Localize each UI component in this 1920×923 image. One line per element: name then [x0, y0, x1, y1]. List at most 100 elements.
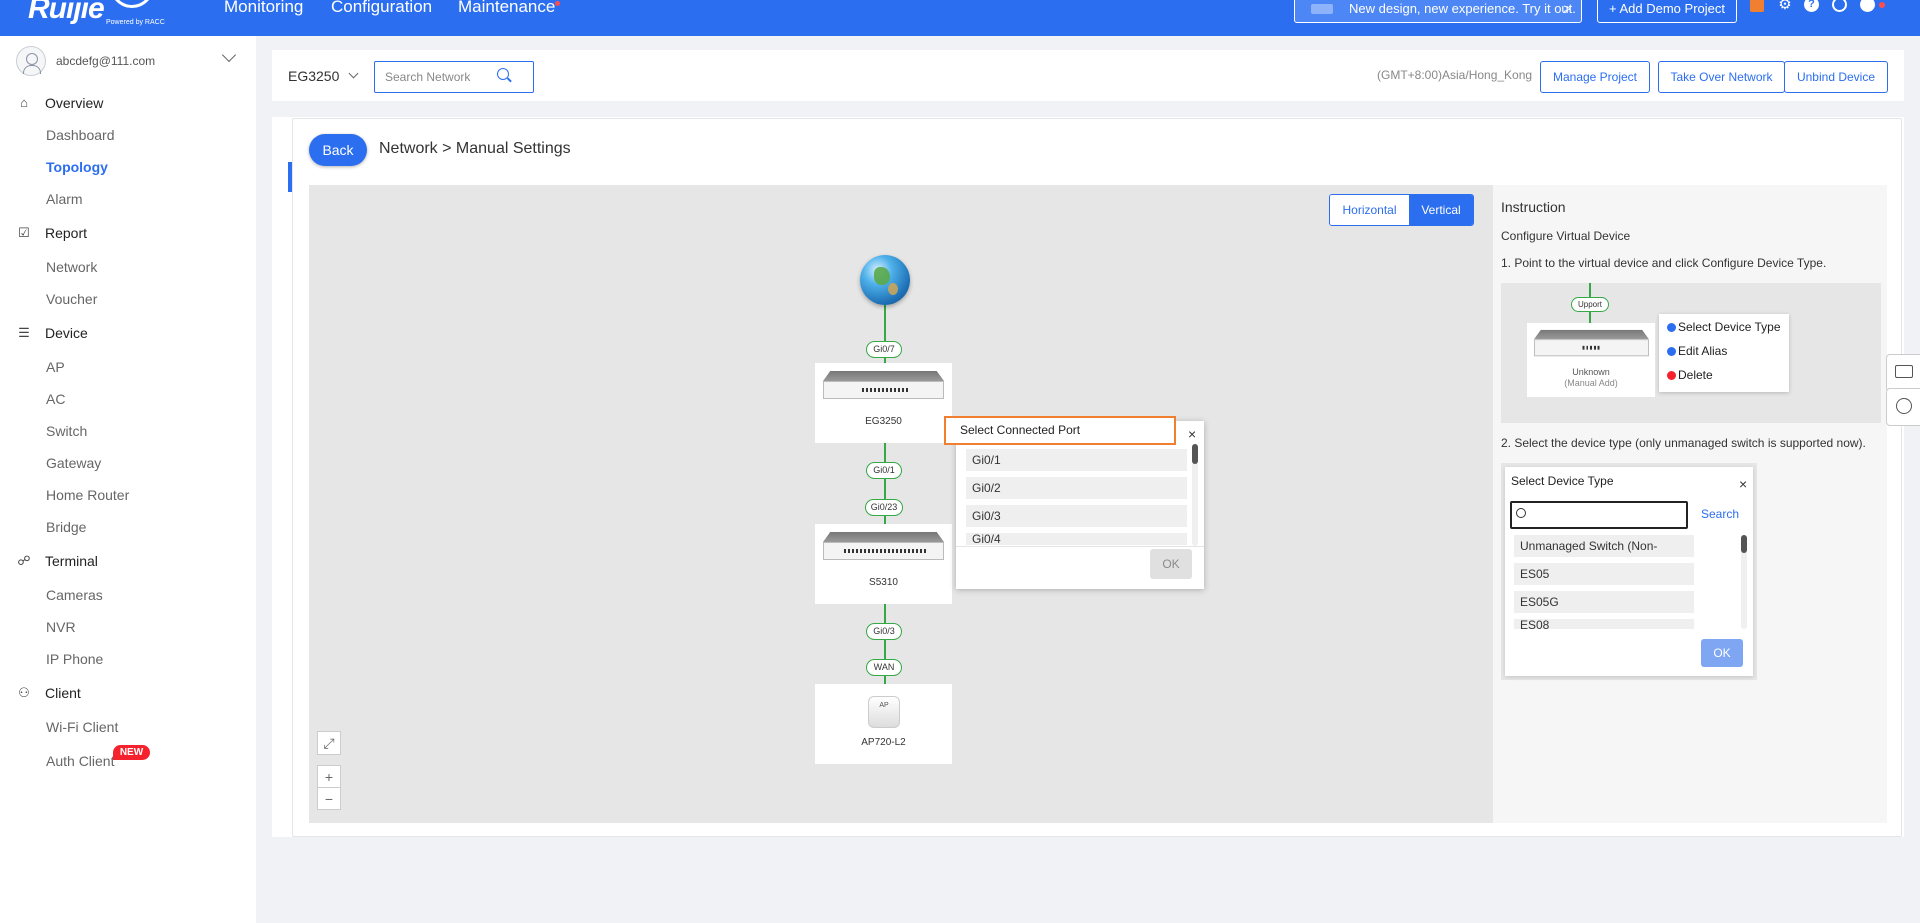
dialog-title: Select Device Type — [1511, 474, 1614, 488]
sidebar-item-wifi-client[interactable]: Wi-Fi Client — [0, 714, 256, 740]
instruction-step-1: 1. Point to the virtual device and click… — [1501, 256, 1827, 270]
port-list-scrollbar[interactable] — [1192, 444, 1198, 546]
sidebar-item-gateway[interactable]: Gateway — [0, 450, 256, 476]
link-line — [884, 443, 886, 529]
example-unknown-device: Unknown (Manual Add) — [1527, 323, 1655, 397]
example-ok-button: OK — [1701, 639, 1743, 667]
example-context-menu: Select Device Type Edit Alias Delete — [1659, 314, 1789, 392]
port-label: Gi0/1 — [866, 462, 902, 479]
port-option-gi04[interactable]: Gi0/4 — [966, 533, 1187, 545]
sidebar-section-overview[interactable]: ⌂ Overview — [0, 90, 256, 116]
sidebar-section-report[interactable]: ☑ Report — [0, 220, 256, 246]
manage-project-button[interactable]: Manage Project — [1540, 61, 1650, 93]
sidebar-item-alarm[interactable]: Alarm — [0, 186, 256, 212]
sidebar-item-ap[interactable]: AP — [0, 354, 256, 380]
sidebar-item-bridge[interactable]: Bridge — [0, 514, 256, 540]
client-icon: ⚇ — [18, 685, 30, 700]
port-option-gi02[interactable]: Gi0/2 — [966, 477, 1187, 499]
zoom-out-button[interactable]: − — [317, 787, 341, 810]
chevron-right-icon: > — [1563, 1, 1571, 16]
sidebar-section-client[interactable]: ⚇ Client — [0, 680, 256, 706]
example-virtual-device-image: Upport Unknown (Manual Add) Select Devic… — [1501, 283, 1881, 423]
search-icon[interactable] — [497, 68, 509, 80]
nav-maintenance[interactable]: Maintenance — [458, 0, 555, 36]
promo-banner-button[interactable]: New design, new experience. Try it out. … — [1294, 0, 1582, 23]
switch-device-icon — [823, 532, 944, 560]
sidebar-item-network[interactable]: Network — [0, 254, 256, 280]
port-option-gi03[interactable]: Gi0/3 — [966, 505, 1187, 527]
user-account-icon[interactable] — [1860, 0, 1875, 12]
device-node-eg3250[interactable]: EG3250 — [815, 363, 952, 443]
gift-icon[interactable] — [1750, 0, 1764, 12]
device-selector-label: EG3250 — [288, 68, 340, 84]
zoom-in-button[interactable]: + — [317, 765, 341, 788]
back-button[interactable]: Back — [309, 134, 367, 166]
report-icon: ☑ — [18, 225, 30, 240]
sidebar-section-terminal[interactable]: ☍ Terminal — [0, 548, 256, 574]
search-link: Search — [1701, 507, 1740, 521]
device-type-search-input — [1510, 501, 1688, 529]
ruijie-logo[interactable]: Ruijie Powered by RACC — [28, 0, 165, 32]
search-network-input[interactable] — [385, 68, 495, 86]
sidebar-item-nvr[interactable]: NVR — [0, 614, 256, 640]
logo-subtext: Powered by RACC — [106, 19, 165, 26]
switch-device-icon — [1534, 329, 1649, 357]
link-line — [884, 305, 886, 369]
sidebar-item-home-router[interactable]: Home Router — [0, 482, 256, 508]
instruction-subtitle: Configure Virtual Device — [1501, 229, 1631, 243]
device-type-option: Unmanaged Switch (Non-Reyee) — [1514, 535, 1694, 575]
access-point-icon: AP — [868, 696, 900, 728]
vertical-button[interactable]: Vertical — [1409, 195, 1473, 225]
topology-canvas[interactable]: Horizontal Vertical Gi0/7 EG3250 Gi0/1 G… — [309, 185, 1493, 823]
ok-button[interactable]: OK — [1150, 549, 1192, 579]
gear-icon — [1667, 323, 1676, 332]
select-device-type-dialog: Select Device Type × Search Unmanaged Sw… — [1505, 467, 1753, 676]
sidebar-item-voucher[interactable]: Voucher — [0, 286, 256, 312]
close-icon[interactable]: × — [1188, 427, 1196, 441]
nav-configuration[interactable]: Configuration — [331, 0, 432, 36]
top-bar: Ruijie Powered by RACC Monitoring Config… — [0, 0, 1920, 36]
popup-title: Select Connected Port — [944, 416, 1176, 445]
gateway-device-icon — [823, 371, 944, 399]
sidebar: abcdefg@111.com ⌂ Overview Dashboard Topo… — [0, 36, 256, 923]
fit-screen-icon[interactable]: ⤢ — [317, 731, 341, 755]
sidebar-item-dashboard[interactable]: Dashboard — [0, 122, 256, 148]
edit-icon — [1667, 347, 1676, 356]
sidebar-item-ip-phone[interactable]: IP Phone — [0, 646, 256, 672]
device-type-option-partial: ES08 — [1514, 619, 1694, 629]
take-over-network-button[interactable]: Take Over Network — [1658, 61, 1785, 93]
sidebar-item-ac[interactable]: AC — [0, 386, 256, 412]
example-select-device-type-image: Select Device Type × Search Unmanaged Sw… — [1501, 463, 1757, 680]
device-node-label: S5310 — [869, 577, 898, 588]
device-type-option: ES05 — [1514, 563, 1694, 585]
nav-monitoring[interactable]: Monitoring — [224, 0, 303, 36]
device-name: Unknown — [1572, 367, 1610, 377]
device-node-label: EG3250 — [865, 416, 902, 427]
home-icon: ⌂ — [20, 95, 28, 110]
gear-icon[interactable]: ⚙ — [1776, 0, 1794, 14]
port-label: Gi0/3 — [866, 623, 902, 640]
chevron-down-icon[interactable] — [221, 47, 237, 63]
new-badge: NEW — [113, 745, 150, 760]
sidebar-section-device[interactable]: ☰ Device — [0, 320, 256, 346]
feedback-chat-icon[interactable] — [1886, 354, 1920, 392]
device-node-ap720[interactable]: AP AP720-L2 — [815, 684, 952, 764]
help-icon[interactable]: ? — [1804, 0, 1819, 12]
user-menu[interactable]: abcdefg@111.com — [16, 46, 246, 78]
support-headset-icon[interactable] — [1886, 388, 1920, 426]
sidebar-item-switch[interactable]: Switch — [0, 418, 256, 444]
search-network-box[interactable] — [374, 61, 534, 93]
port-label: Gi0/7 — [866, 341, 902, 358]
sidebar-item-topology[interactable]: Topology — [0, 154, 256, 180]
add-demo-project-button[interactable]: + Add Demo Project — [1597, 0, 1737, 23]
horizontal-button[interactable]: Horizontal — [1330, 195, 1409, 225]
orientation-toggle: Horizontal Vertical — [1329, 194, 1474, 226]
globe-language-icon[interactable] — [1832, 0, 1847, 12]
port-option-gi01[interactable]: Gi0/1 — [966, 449, 1187, 471]
device-selector[interactable]: EG3250 — [288, 68, 359, 84]
internet-globe-icon[interactable] — [860, 255, 910, 305]
sidebar-item-cameras[interactable]: Cameras — [0, 582, 256, 608]
device-node-s5310[interactable]: S5310 — [815, 524, 952, 604]
delete-icon — [1667, 371, 1676, 380]
unbind-device-button[interactable]: Unbind Device — [1784, 61, 1888, 93]
